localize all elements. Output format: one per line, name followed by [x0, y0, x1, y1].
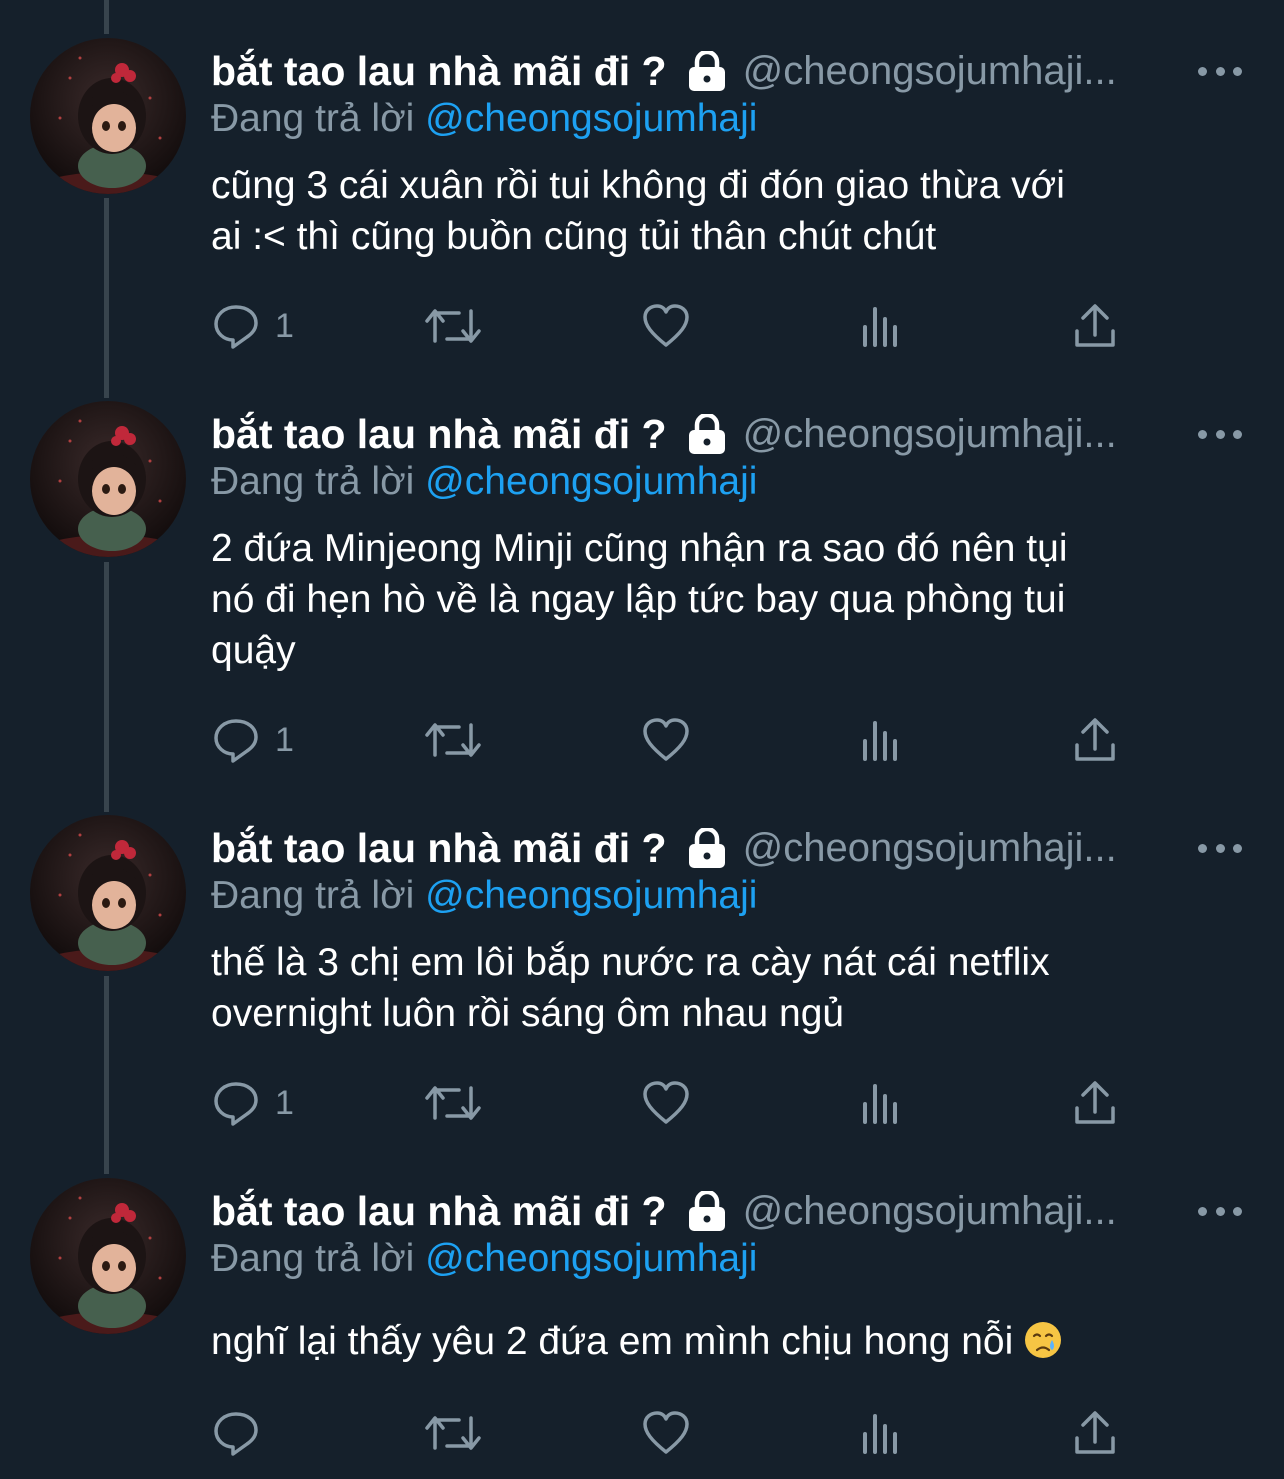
- tweet-text-line: cũng 3 cái xuân rồi tui không đi đón gia…: [211, 164, 1065, 207]
- more-options-icon[interactable]: [1198, 1196, 1242, 1226]
- analytics-icon: [863, 721, 897, 761]
- tweet-text-content: nghĩ lại thấy yêu 2 đứa em mình chịu hon…: [211, 1320, 1014, 1363]
- tweet-text-line: ai :< thì cũng buồn cũng tủi thân chút c…: [211, 215, 937, 258]
- tweet-text: cũng 3 cái xuân rồi tui không đi đón gia…: [211, 160, 1211, 262]
- mention-link[interactable]: @cheongsojumhaji: [425, 1237, 757, 1280]
- tweet-text: 2 đứa Minjeong Minji cũng nhận ra sao đó…: [211, 523, 1211, 676]
- share-icon: [1075, 304, 1115, 347]
- reply-icon: [214, 1412, 258, 1456]
- tweet-text: nghĩ lại thấy yêu 2 đứa em mình chịu hon…: [211, 1316, 1211, 1373]
- action-bar: [211, 1403, 1141, 1463]
- display-name[interactable]: bắt tao lau nhà mãi đi ?: [211, 48, 667, 95]
- analytics-icon: [863, 1414, 897, 1454]
- share-icon: [1075, 718, 1115, 761]
- retweet-icon: [425, 1416, 481, 1450]
- reply-button[interactable]: [211, 1403, 275, 1463]
- share-button[interactable]: [1073, 296, 1117, 356]
- tweet[interactable]: bắt tao lau nhà mãi đi ? @cheongsojumhaj…: [0, 815, 1284, 1175]
- user-handle[interactable]: @cheongsojumhaji...: [743, 1189, 1117, 1234]
- action-bar: 1: [211, 1073, 1141, 1133]
- retweet-icon: [425, 1086, 481, 1120]
- reply-count: 1: [275, 306, 294, 345]
- thread-line: [104, 0, 109, 34]
- replying-prefix: Đang trả lời: [211, 1237, 415, 1280]
- retweet-icon: [425, 723, 481, 757]
- tweet[interactable]: bắt tao lau nhà mãi đi ? @cheongsojumhaj…: [0, 38, 1284, 398]
- replying-prefix: Đang trả lời: [211, 460, 415, 503]
- lock-icon: [687, 51, 727, 91]
- display-name[interactable]: bắt tao lau nhà mãi đi ?: [211, 825, 667, 872]
- share-icon: [1075, 1411, 1115, 1454]
- analytics-button[interactable]: [859, 1073, 903, 1133]
- like-button[interactable]: [641, 1403, 691, 1463]
- retweet-button[interactable]: [423, 1403, 483, 1463]
- more-options-icon[interactable]: [1198, 419, 1242, 449]
- more-options-icon[interactable]: [1198, 833, 1242, 863]
- share-button[interactable]: [1073, 1403, 1117, 1463]
- tweet-text-line: nghĩ lại thấy yêu 2 đứa em mình chịu hon…: [211, 1316, 1211, 1373]
- reply-icon: [214, 1082, 258, 1126]
- lock-icon: [687, 1191, 727, 1231]
- like-button[interactable]: [641, 296, 691, 356]
- user-handle[interactable]: @cheongsojumhaji...: [743, 49, 1117, 94]
- reply-icon: [214, 305, 258, 349]
- tweet[interactable]: bắt tao lau nhà mãi đi ? @cheongsojumhaj…: [0, 401, 1284, 811]
- analytics-button[interactable]: [859, 710, 903, 770]
- avatar[interactable]: [30, 401, 186, 557]
- retweet-button[interactable]: [423, 296, 483, 356]
- lock-icon: [687, 828, 727, 868]
- tweet-text-line: quậy: [211, 629, 296, 672]
- tweet-text: thế là 3 chị em lôi bắp nước ra cày nát …: [211, 937, 1211, 1039]
- retweet-icon: [425, 309, 481, 343]
- analytics-icon: [863, 307, 897, 347]
- action-bar: 1: [211, 296, 1141, 356]
- heart-icon: [643, 1081, 689, 1124]
- replying-to: Đang trả lời @cheongsojumhaji: [211, 869, 757, 923]
- action-bar: 1: [211, 710, 1141, 770]
- crying-face-icon: [1023, 1320, 1063, 1373]
- avatar[interactable]: [30, 1178, 186, 1334]
- tweet-text-line: 2 đứa Minjeong Minji cũng nhận ra sao đó…: [211, 527, 1068, 570]
- analytics-button[interactable]: [859, 296, 903, 356]
- retweet-button[interactable]: [423, 1073, 483, 1133]
- tweet-text-line: nó đi hẹn hò về là ngay lập tức bay qua …: [211, 578, 1066, 621]
- display-name[interactable]: bắt tao lau nhà mãi đi ?: [211, 411, 667, 458]
- reply-icon: [214, 719, 258, 763]
- share-button[interactable]: [1073, 710, 1117, 770]
- reply-button[interactable]: 1: [211, 296, 294, 356]
- mention-link[interactable]: @cheongsojumhaji: [425, 460, 757, 503]
- tweet-text-line: thế là 3 chị em lôi bắp nước ra cày nát …: [211, 941, 1050, 984]
- share-button[interactable]: [1073, 1073, 1117, 1133]
- more-options-icon[interactable]: [1198, 56, 1242, 86]
- heart-icon: [643, 1411, 689, 1454]
- reply-count: 1: [275, 720, 294, 759]
- replying-prefix: Đang trả lời: [211, 97, 415, 140]
- retweet-button[interactable]: [423, 710, 483, 770]
- analytics-button[interactable]: [859, 1403, 903, 1463]
- user-handle[interactable]: @cheongsojumhaji...: [743, 826, 1117, 871]
- lock-icon: [687, 414, 727, 454]
- reply-count: 1: [275, 1083, 294, 1122]
- share-icon: [1075, 1081, 1115, 1124]
- analytics-icon: [863, 1084, 897, 1124]
- tweet[interactable]: bắt tao lau nhà mãi đi ? @cheongsojumhaj…: [0, 1178, 1284, 1479]
- like-button[interactable]: [641, 710, 691, 770]
- heart-icon: [643, 304, 689, 347]
- replying-prefix: Đang trả lời: [211, 874, 415, 917]
- like-button[interactable]: [641, 1073, 691, 1133]
- heart-icon: [643, 718, 689, 761]
- avatar[interactable]: [30, 815, 186, 971]
- mention-link[interactable]: @cheongsojumhaji: [425, 97, 757, 140]
- replying-to: Đang trả lời @cheongsojumhaji: [211, 455, 757, 509]
- replying-to: Đang trả lời @cheongsojumhaji: [211, 1232, 757, 1286]
- user-handle[interactable]: @cheongsojumhaji...: [743, 412, 1117, 457]
- display-name[interactable]: bắt tao lau nhà mãi đi ?: [211, 1188, 667, 1235]
- tweet-text-line: overnight luôn rồi sáng ôm nhau ngủ: [211, 992, 845, 1035]
- replying-to: Đang trả lời @cheongsojumhaji: [211, 92, 757, 146]
- reply-button[interactable]: 1: [211, 1073, 294, 1133]
- reply-button[interactable]: 1: [211, 710, 294, 770]
- mention-link[interactable]: @cheongsojumhaji: [425, 874, 757, 917]
- avatar[interactable]: [30, 38, 186, 194]
